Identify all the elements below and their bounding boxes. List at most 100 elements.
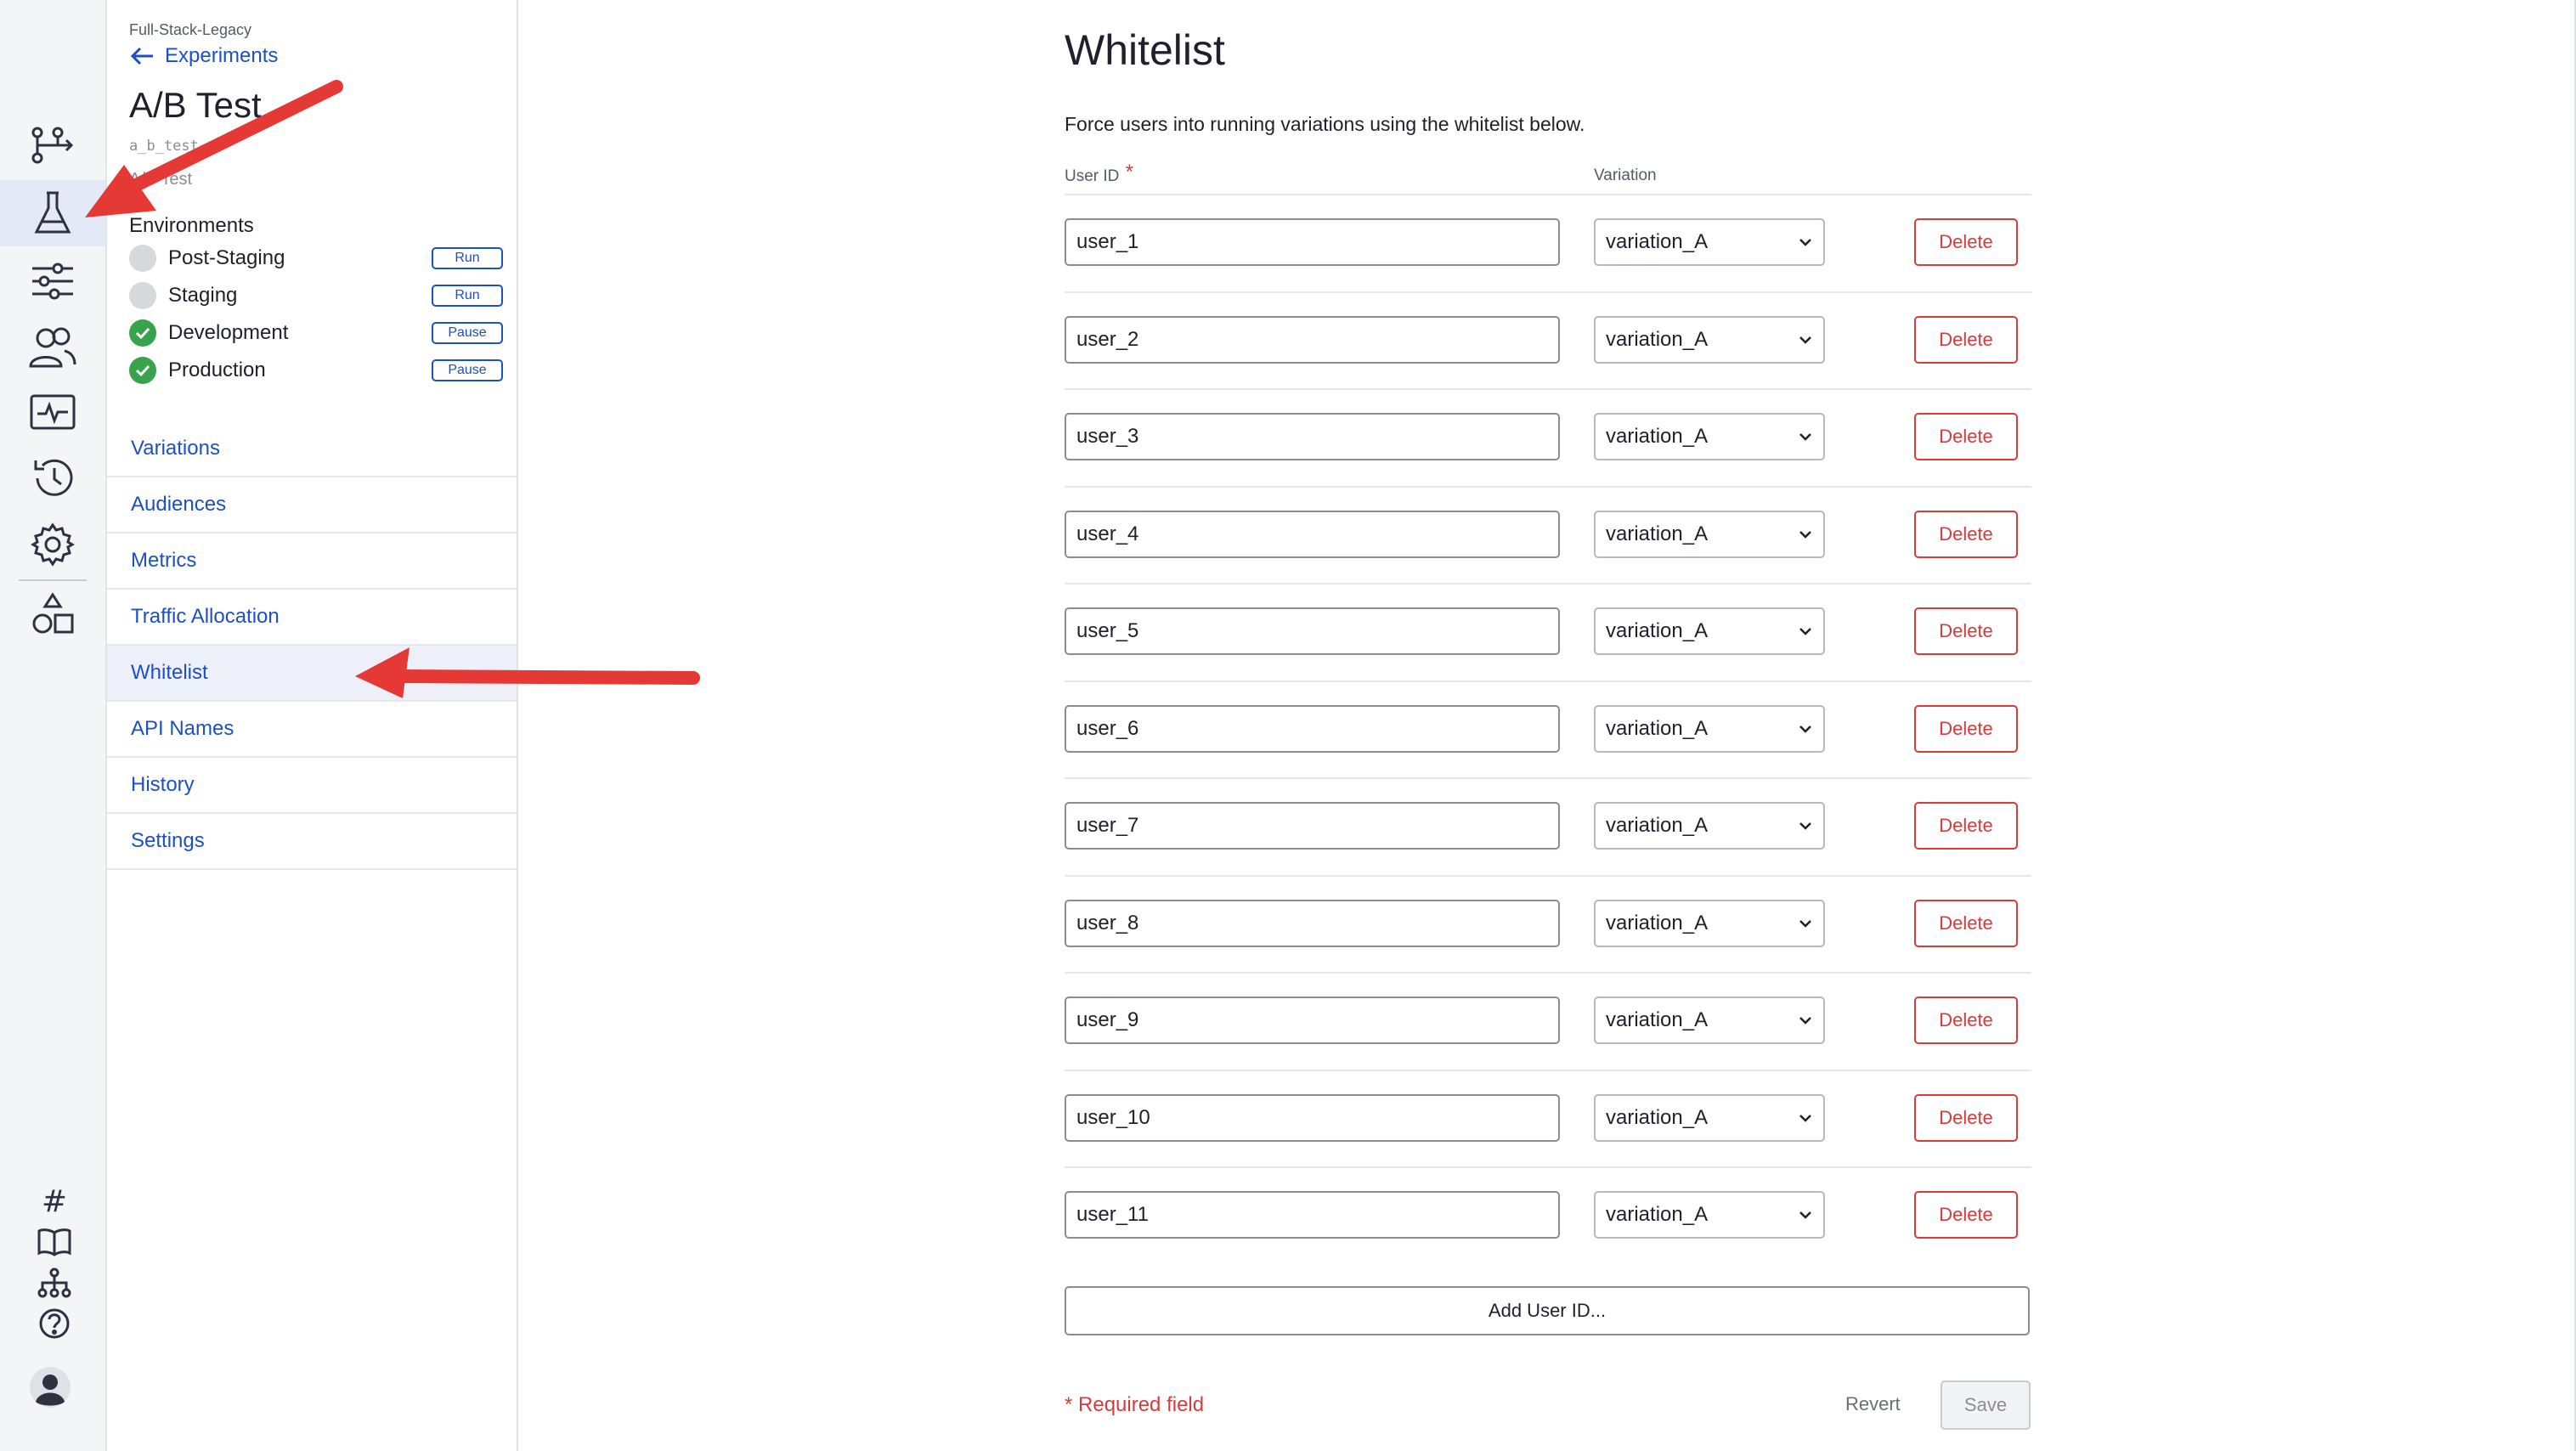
whitelist-row: variation_A Delete [1065,1166,2031,1263]
user-id-input[interactable] [1065,1191,1560,1239]
chevron-down-icon [1799,1211,1811,1219]
variation-value: variation_A [1606,716,1709,740]
hash-icon[interactable]: # [31,1183,78,1220]
user-id-input[interactable] [1065,997,1560,1044]
environment-name: Post-Staging [168,246,285,269]
variation-select[interactable]: variation_A [1594,607,1825,655]
delete-button[interactable]: Delete [1914,607,2018,655]
chevron-down-icon [1799,1017,1811,1025]
variation-select[interactable]: variation_A [1594,218,1825,266]
chevron-down-icon [1799,239,1811,246]
environment-row: Staging Run [129,279,503,313]
delete-button[interactable]: Delete [1914,315,2018,364]
variation-select[interactable]: variation_A [1594,510,1825,558]
shapes-icon[interactable] [0,581,105,647]
chevron-down-icon [1799,530,1811,539]
variation-value: variation_A [1606,425,1709,448]
history-icon[interactable] [0,445,105,511]
experiment-key: a_b_test [129,138,199,155]
delete-button[interactable]: Delete [1914,1093,2018,1142]
environment-name: Staging [168,284,238,307]
variation-select[interactable]: variation_A [1594,1191,1825,1239]
user-id-input[interactable] [1065,413,1560,460]
whitelist-row: variation_A Delete [1065,874,2031,972]
nav-item-variations[interactable]: Variations [107,421,517,477]
user-id-input[interactable] [1065,1093,1560,1142]
add-user-id-button[interactable]: Add User ID... [1065,1286,2030,1335]
flask-icon[interactable] [0,180,105,246]
user-id-input[interactable] [1065,315,1560,364]
users-icon[interactable] [0,314,105,381]
page-title: Whitelist [1065,26,1225,74]
delete-button[interactable]: Delete [1914,899,2018,947]
delete-button[interactable]: Delete [1914,704,2018,753]
environment-name: Development [168,321,289,344]
nav-item-history[interactable]: History [107,758,517,814]
user-id-header-label: User ID [1065,167,1120,185]
delete-button[interactable]: Delete [1914,997,2018,1044]
run-button[interactable]: Run [432,247,503,269]
chevron-down-icon [1799,628,1811,635]
help-icon[interactable] [31,1305,78,1342]
status-inactive-icon [129,282,156,309]
nav-item-settings[interactable]: Settings [107,814,517,870]
environment-row: Development Pause [129,316,503,350]
pause-button[interactable]: Pause [432,359,503,381]
flag-branch-icon[interactable] [0,112,105,178]
delete-button[interactable]: Delete [1914,802,2018,850]
variation-value: variation_A [1606,1008,1709,1031]
sliders-icon[interactable] [0,248,105,314]
user-id-input[interactable] [1065,802,1560,850]
variation-select[interactable]: variation_A [1594,315,1825,364]
delete-button[interactable]: Delete [1914,1191,2018,1239]
variation-select[interactable]: variation_A [1594,802,1825,850]
nav-item-api-names[interactable]: API Names [107,702,517,758]
variation-value: variation_A [1606,327,1709,351]
variation-select[interactable]: variation_A [1594,704,1825,753]
nav-item-traffic-allocation[interactable]: Traffic Allocation [107,590,517,646]
environment-row: Production Pause [129,353,503,387]
user-id-input[interactable] [1065,218,1560,266]
whitelist-row: variation_A Delete [1065,291,2031,388]
user-id-input[interactable] [1065,704,1560,753]
variation-column-header: Variation [1594,167,1657,184]
chevron-down-icon [1799,822,1811,830]
delete-button[interactable]: Delete [1914,218,2018,266]
variation-select[interactable]: variation_A [1594,899,1825,947]
run-button[interactable]: Run [432,285,503,307]
book-icon[interactable] [31,1223,78,1261]
chevron-down-icon [1799,919,1811,928]
variation-value: variation_A [1606,911,1709,934]
revert-button[interactable]: Revert [1845,1393,1901,1415]
whitelist-row: variation_A Delete [1065,194,2031,291]
delete-button[interactable]: Delete [1914,413,2018,460]
save-button[interactable]: Save [1940,1380,2031,1430]
icon-rail: # [0,0,107,1451]
monitor-icon[interactable] [0,381,105,447]
variation-select[interactable]: variation_A [1594,413,1825,460]
variation-select[interactable]: variation_A [1594,1093,1825,1142]
user-id-input[interactable] [1065,607,1560,655]
delete-button[interactable]: Delete [1914,510,2018,558]
nav-item-whitelist[interactable]: Whitelist [107,646,517,702]
nav-item-audiences[interactable]: Audiences [107,477,517,534]
avatar-icon[interactable] [29,1366,71,1409]
whitelist-row: variation_A Delete [1065,388,2031,485]
whitelist-row: variation_A Delete [1065,485,2031,583]
experiment-title: A/B Test [129,85,262,125]
environment-row: Post-Staging Run [129,241,503,275]
variation-select[interactable]: variation_A [1594,997,1825,1044]
gear-icon[interactable] [0,511,105,578]
nav-item-metrics[interactable]: Metrics [107,534,517,590]
check-circle-icon [129,319,156,347]
user-id-input[interactable] [1065,899,1560,947]
whitelist-row: variation_A Delete [1065,972,2031,1069]
whitelist-row: variation_A Delete [1065,680,2031,777]
variation-value: variation_A [1606,619,1709,642]
hierarchy-icon[interactable] [31,1264,78,1301]
back-to-experiments-link[interactable]: Experiments [129,44,278,68]
user-id-column-header: User ID * [1065,161,1133,187]
user-id-input[interactable] [1065,510,1560,558]
check-circle-icon [129,357,156,384]
pause-button[interactable]: Pause [432,322,503,344]
